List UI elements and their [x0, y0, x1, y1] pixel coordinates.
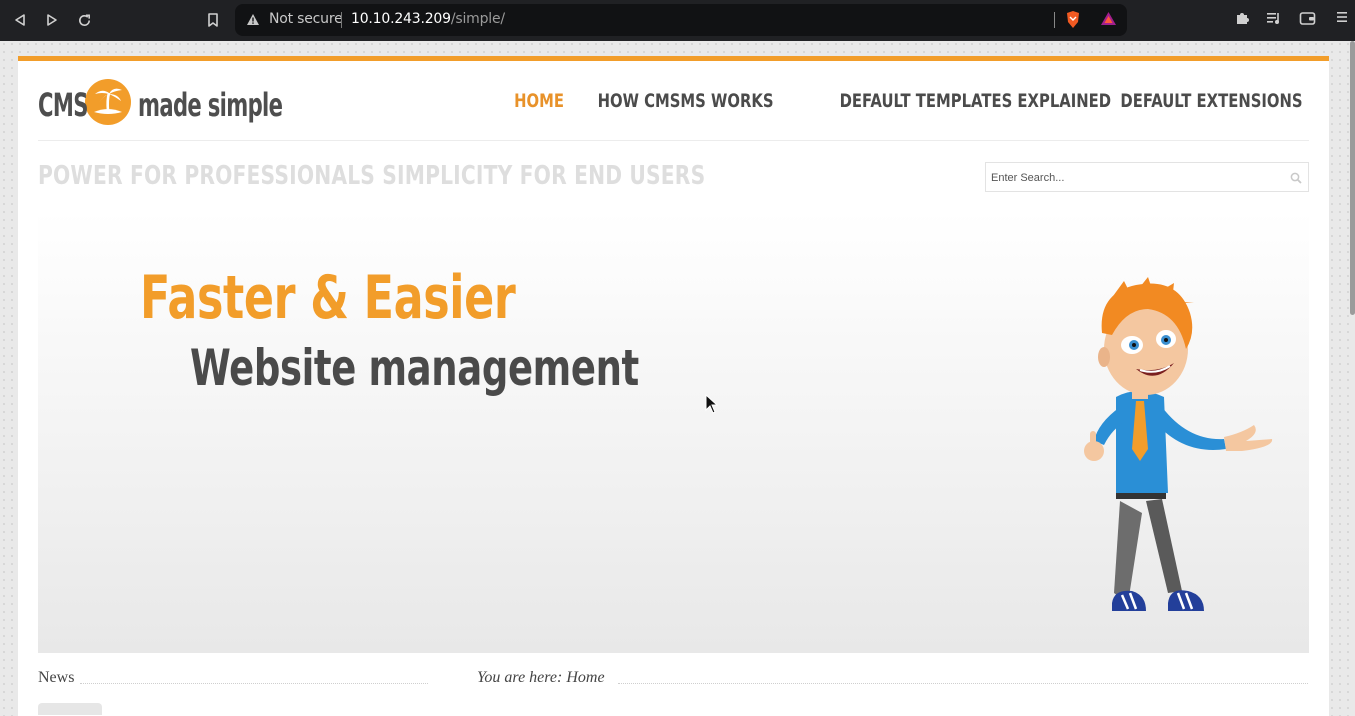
banner-subline: Website management — [190, 339, 639, 397]
divider — [1054, 12, 1055, 28]
brave-rewards-icon[interactable] — [1100, 11, 1117, 31]
brave-shield-icon[interactable] — [1065, 10, 1081, 34]
breadcrumb-divider — [618, 683, 1308, 684]
island-logo-icon — [84, 78, 132, 131]
url-host: 10.10.243.209 — [351, 11, 451, 27]
news-heading: News — [38, 669, 75, 686]
security-label[interactable]: Not secure — [269, 11, 343, 27]
divider — [341, 12, 342, 28]
search-input[interactable] — [989, 164, 1283, 192]
menu-icon[interactable] — [1336, 10, 1348, 29]
mascot-illustration — [1028, 273, 1288, 638]
page-scrollbar[interactable] — [1350, 41, 1355, 315]
search-icon[interactable] — [1290, 171, 1302, 189]
breadcrumb: You are here: Home — [477, 669, 605, 686]
site-tagline: POWER FOR PROFESSIONALS SIMPLICITY FOR E… — [38, 161, 706, 191]
nav-item-home[interactable]: HOME — [514, 90, 564, 112]
url-path: /simple/ — [450, 11, 505, 27]
nav-item-default-templates[interactable]: DEFAULT TEMPLATES EXPLAINED — [840, 90, 1112, 112]
banner-headline: Faster & Easier — [140, 263, 516, 333]
mouse-cursor-icon — [705, 393, 719, 419]
address-bar[interactable]: Not secure 10.10.243.209/simple/ — [235, 4, 1127, 36]
header-divider — [38, 140, 1309, 141]
nav-item-how-cmsms-works[interactable]: HOW CMSMS WORKS — [597, 90, 773, 112]
wallet-icon[interactable] — [1299, 10, 1316, 31]
warning-icon[interactable] — [246, 13, 260, 31]
nav-item-default-extensions[interactable]: DEFAULT EXTENSIONS — [1121, 90, 1303, 112]
site-logo[interactable]: CMS made simple — [38, 78, 357, 131]
extensions-icon[interactable] — [1234, 10, 1250, 31]
logo-text-left: CMS — [38, 85, 88, 124]
news-item-tab[interactable] — [38, 703, 102, 715]
forward-icon[interactable] — [42, 10, 62, 30]
back-icon[interactable] — [10, 10, 30, 30]
browser-toolbar: Not secure 10.10.243.209/simple/ — [0, 0, 1355, 41]
reload-icon[interactable] — [74, 10, 94, 30]
bookmark-icon[interactable] — [203, 10, 223, 30]
hero-banner: Faster & Easier Website management — [38, 211, 1309, 653]
url-text[interactable]: 10.10.243.209/simple/ — [351, 11, 505, 27]
news-divider — [80, 683, 428, 684]
page-container: CMS made simple HOME HOW CMSMS WORKS DEF… — [18, 56, 1329, 716]
media-icon[interactable] — [1266, 10, 1282, 31]
logo-text-right: made simple — [138, 85, 283, 124]
main-nav: HOME HOW CMSMS WORKS DEFAULT TEMPLATES E… — [512, 90, 1303, 112]
search-box — [985, 162, 1309, 192]
